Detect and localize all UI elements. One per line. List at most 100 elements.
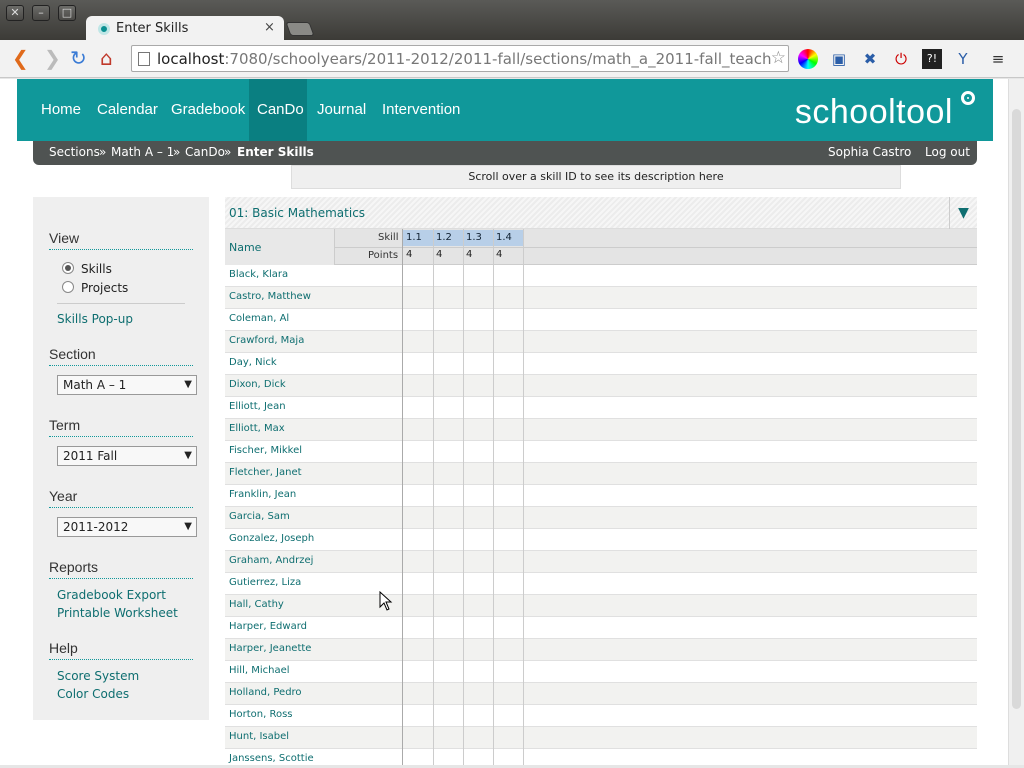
view-skills-radio[interactable] <box>62 262 74 274</box>
student-name-link[interactable]: Day, Nick <box>229 357 277 368</box>
points-row-label: Points <box>368 250 399 261</box>
nav-home[interactable]: Home <box>33 79 89 141</box>
url-text[interactable]: localhost:7080/schoolyears/2011-2012/201… <box>157 50 772 68</box>
student-name-link[interactable]: Fletcher, Janet <box>229 467 302 478</box>
student-row: Garcia, Sam <box>225 507 977 529</box>
schooltool-favicon-icon <box>98 23 110 35</box>
student-name-link[interactable]: Hall, Cathy <box>229 599 284 610</box>
student-row: Castro, Matthew <box>225 287 977 309</box>
student-name-link[interactable]: Franklin, Jean <box>229 489 296 500</box>
menu-icon[interactable]: ≡ <box>988 49 1008 69</box>
grid-column-divider <box>402 229 403 765</box>
address-bar[interactable]: localhost:7080/schoolyears/2011-2012/201… <box>131 45 789 72</box>
breadcrumb-sections[interactable]: Sections <box>49 145 100 159</box>
grid-column-divider <box>523 229 524 765</box>
student-row: Black, Klara <box>225 265 977 287</box>
help-heading: Help <box>49 640 78 656</box>
reload-icon[interactable]: ↻ <box>70 47 87 69</box>
student-name-link[interactable]: Hill, Michael <box>229 665 290 676</box>
browser-tab[interactable]: Enter Skills × <box>86 16 284 42</box>
tab-close-icon[interactable]: × <box>264 20 275 35</box>
nav-journal[interactable]: Journal <box>309 79 374 141</box>
breadcrumb-cando[interactable]: CanDo <box>185 145 225 159</box>
student-row: Harper, Jeanette <box>225 639 977 661</box>
student-name-link[interactable]: Black, Klara <box>229 269 288 280</box>
nav-cando[interactable]: CanDo <box>249 79 307 141</box>
forward-icon[interactable]: ❯ <box>44 47 61 69</box>
student-row: Fletcher, Janet <box>225 463 977 485</box>
name-column-header[interactable]: Name <box>229 241 261 254</box>
student-name-link[interactable]: Horton, Ross <box>229 709 293 720</box>
student-name-link[interactable]: Fischer, Mikkel <box>229 445 302 456</box>
breadcrumb-section[interactable]: Math A – 1 <box>111 145 174 159</box>
view-heading: View <box>49 230 80 246</box>
skills-popup-link[interactable]: Skills Pop-up <box>57 312 133 326</box>
student-name-link[interactable]: Crawford, Maja <box>229 335 304 346</box>
section-select[interactable]: Math A – 1 ▼ <box>57 375 197 395</box>
skill-group-title-bar: 01: Basic Mathematics ▼ <box>225 197 977 229</box>
new-tab-button[interactable] <box>285 22 315 36</box>
skill-points-cell: 4 <box>436 249 443 260</box>
block-extension-icon[interactable]: ⏻ <box>891 49 911 69</box>
dropdown-arrow-icon: ▼ <box>184 379 192 390</box>
skill-id-cell[interactable]: 1.2 <box>433 230 463 246</box>
divider <box>335 247 977 248</box>
student-name-link[interactable]: Coleman, Al <box>229 313 289 324</box>
logout-link[interactable]: Log out <box>925 145 970 159</box>
student-name-link[interactable]: Elliott, Max <box>229 423 285 434</box>
year-select[interactable]: 2011-2012 ▼ <box>57 517 197 537</box>
gradebook-export-link[interactable]: Gradebook Export <box>57 588 166 602</box>
divider <box>49 578 193 579</box>
current-user[interactable]: Sophia Castro <box>828 145 911 159</box>
skill-id-cell[interactable]: 1.1 <box>403 230 433 246</box>
student-name-link[interactable]: Harper, Jeanette <box>229 643 311 654</box>
student-name-link[interactable]: Elliott, Jean <box>229 401 286 412</box>
printable-worksheet-link[interactable]: Printable Worksheet <box>57 606 178 620</box>
skill-id-cell[interactable]: 1.3 <box>463 230 493 246</box>
student-name-link[interactable]: Hunt, Isabel <box>229 731 289 742</box>
page-scrollbar[interactable] <box>1008 79 1024 765</box>
skill-id-cell[interactable]: 1.4 <box>493 230 523 246</box>
view-skills-label[interactable]: Skills <box>81 262 112 276</box>
student-name-link[interactable]: Castro, Matthew <box>229 291 311 302</box>
student-row: Gonzalez, Joseph <box>225 529 977 551</box>
nav-intervention[interactable]: Intervention <box>374 79 468 141</box>
back-icon[interactable]: ❮ <box>12 47 29 69</box>
divider <box>49 249 193 250</box>
bookmark-star-icon[interactable]: ☆ <box>771 48 786 68</box>
site-header: Home Calendar Gradebook CanDo Journal In… <box>17 79 993 141</box>
y-extension-icon[interactable]: Y <box>953 49 973 69</box>
student-name-link[interactable]: Garcia, Sam <box>229 511 290 522</box>
skill-group-title[interactable]: 01: Basic Mathematics <box>229 206 365 220</box>
view-projects-label[interactable]: Projects <box>81 281 128 295</box>
student-name-link[interactable]: Holland, Pedro <box>229 687 302 698</box>
section-heading: Section <box>49 346 96 362</box>
student-row: Graham, Andrzej <box>225 551 977 573</box>
close-window-icon[interactable]: ✕ <box>6 5 24 21</box>
student-name-link[interactable]: Gutierrez, Liza <box>229 577 301 588</box>
page-icon <box>138 52 150 66</box>
screenshot-extension-icon[interactable]: ▣ <box>829 49 849 69</box>
color-picker-extension-icon[interactable] <box>798 49 818 69</box>
home-icon[interactable]: ⌂ <box>100 47 113 69</box>
term-select[interactable]: 2011 Fall ▼ <box>57 446 197 466</box>
maximize-window-icon[interactable]: □ <box>58 5 76 21</box>
student-name-link[interactable]: Harper, Edward <box>229 621 307 632</box>
collapse-toggle-icon[interactable]: ▼ <box>949 197 977 229</box>
color-codes-link[interactable]: Color Codes <box>57 687 129 701</box>
student-name-link[interactable]: Janssens, Scottie <box>229 753 314 764</box>
student-name-link[interactable]: Gonzalez, Joseph <box>229 533 314 544</box>
student-row: Day, Nick <box>225 353 977 375</box>
student-name-link[interactable]: Graham, Andrzej <box>229 555 313 566</box>
student-row: Elliott, Jean <box>225 397 977 419</box>
nav-gradebook[interactable]: Gradebook <box>163 79 253 141</box>
minimize-window-icon[interactable]: – <box>32 5 50 21</box>
scrollbar-thumb[interactable] <box>1012 109 1021 709</box>
view-projects-radio[interactable] <box>62 281 74 293</box>
schooltool-logo[interactable]: schooltool <box>795 93 953 132</box>
help-extension-icon[interactable]: ?! <box>922 49 942 69</box>
nav-calendar[interactable]: Calendar <box>89 79 166 141</box>
student-name-link[interactable]: Dixon, Dick <box>229 379 286 390</box>
puzzle-extension-icon[interactable]: ✖ <box>860 49 880 69</box>
score-system-link[interactable]: Score System <box>57 669 139 683</box>
